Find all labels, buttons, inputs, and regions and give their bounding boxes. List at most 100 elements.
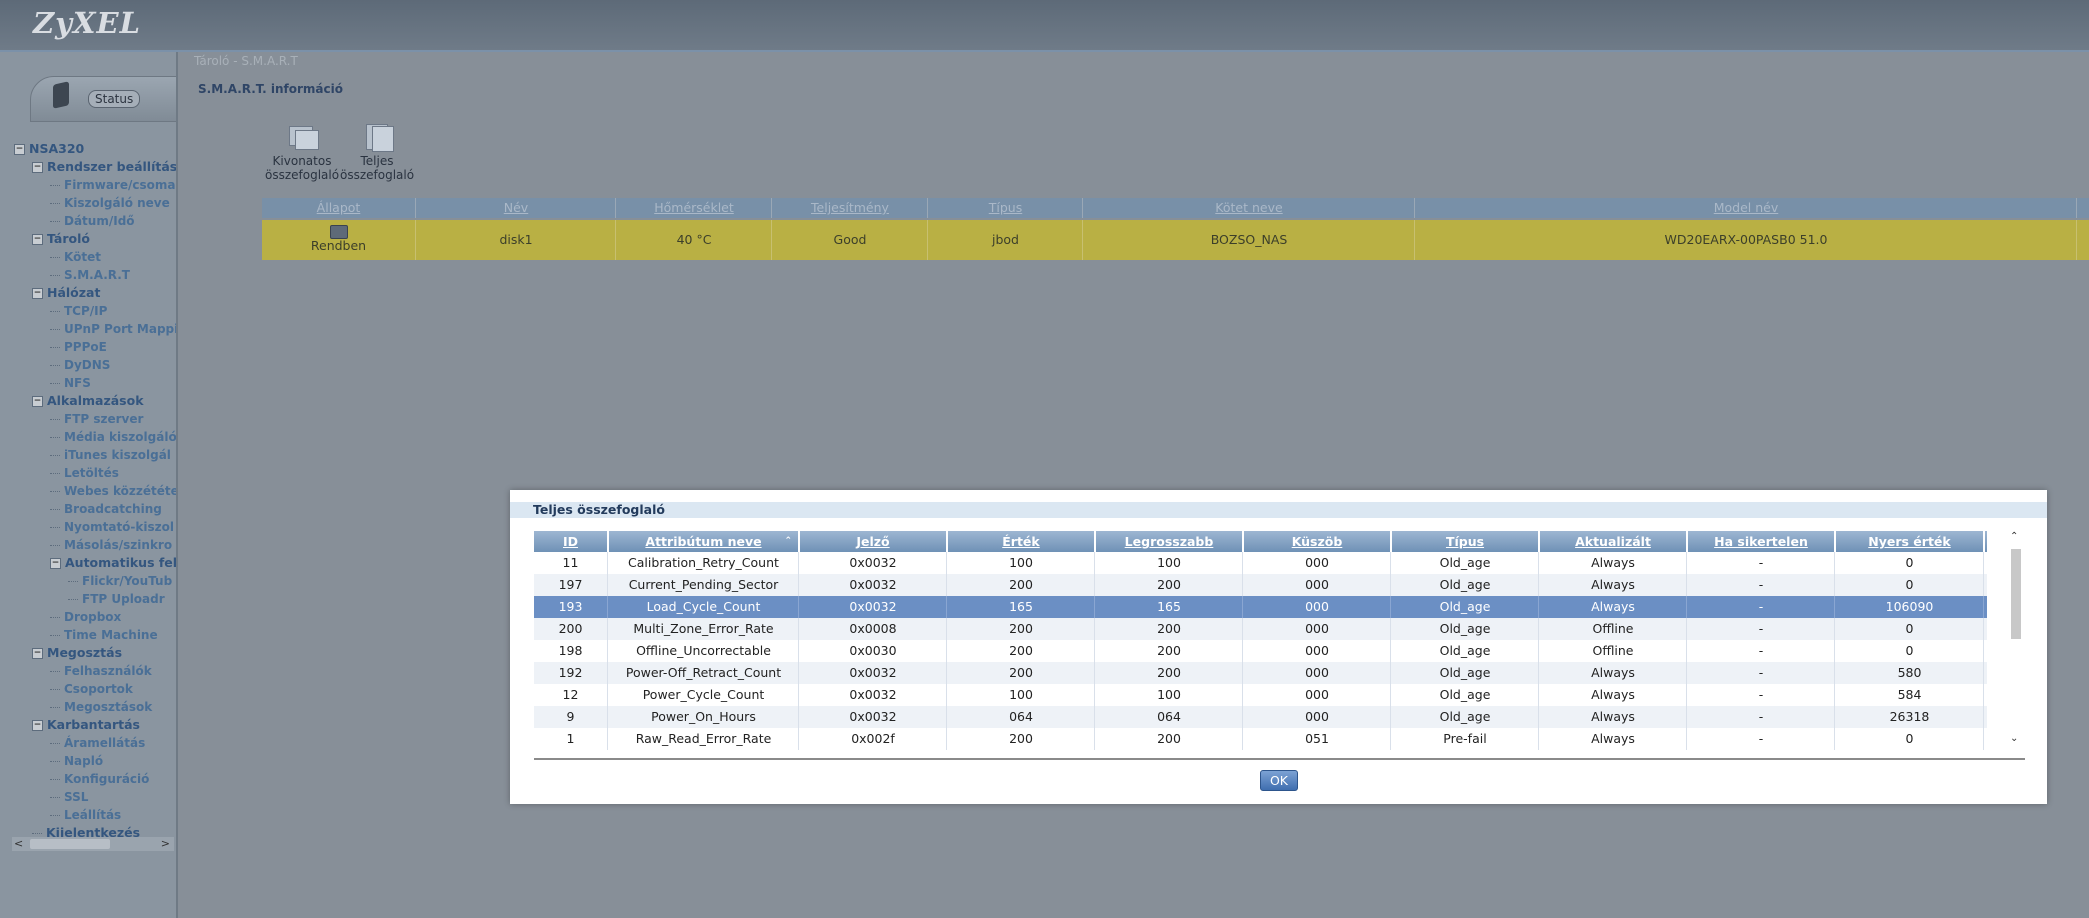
smart-column-header[interactable]: Érték	[948, 531, 1096, 552]
disk-column-header[interactable]: Teljesítmény	[773, 198, 928, 218]
sidebar-item[interactable]: TCP/IP	[50, 302, 107, 320]
sidebar-item[interactable]: Felhasználók	[50, 662, 152, 680]
sidebar-item[interactable]: Másolás/szinkro	[50, 536, 172, 554]
disk-status-cell: Rendben	[262, 220, 416, 260]
sidebar-item[interactable]: Nyomtató-kiszol	[50, 518, 174, 536]
sidebar-item[interactable]: Média kiszolgáló	[50, 428, 176, 446]
table-row[interactable]: 197 Current_Pending_Sector 0x0032 200 200 000…	[534, 574, 1987, 596]
table-vertical-scrollbar[interactable]: ⌃ ⌄	[2008, 531, 2024, 751]
table-cell: -	[1688, 618, 1835, 640]
table-row[interactable]: 200 Multi_Zone_Error_Rate 0x0008 200 200 000 O…	[534, 618, 1987, 640]
sidebar-item[interactable]: Napló	[50, 752, 103, 770]
sidebar-item[interactable]: − Automatikus felt	[50, 554, 176, 572]
sidebar-item[interactable]: − Hálózat	[32, 284, 100, 302]
ok-button[interactable]: OK	[1260, 770, 1298, 791]
disk-column-header[interactable]: Kötet neve	[1084, 198, 1415, 218]
smart-column-header[interactable]: Küszöb	[1244, 531, 1392, 552]
sidebar-item[interactable]: Leállítás	[50, 806, 121, 824]
sidebar-item[interactable]: Kiszolgáló neve	[50, 194, 170, 212]
sidebar-item[interactable]: Megosztások	[50, 698, 152, 716]
table-cell: -	[1688, 552, 1835, 574]
disk-column-header[interactable]: Állapot	[262, 198, 416, 218]
collapse-toggle-icon[interactable]: −	[32, 162, 43, 173]
table-cell: 200	[948, 728, 1095, 750]
sidebar-item-label: Nyomtató-kiszol	[64, 520, 174, 534]
disk-column-header[interactable]: Típus	[929, 198, 1083, 218]
table-row[interactable]: 192 Power-Off_Retract_Count 0x0032 200 200 00…	[534, 662, 1987, 684]
scroll-thumb[interactable]	[30, 839, 110, 849]
smart-column-header[interactable]: Jelző	[800, 531, 948, 552]
scroll-right-icon[interactable]: >	[161, 837, 170, 850]
smart-column-header[interactable]: ID	[534, 531, 609, 552]
disk-column-header[interactable]: Név	[417, 198, 616, 218]
status-label[interactable]: Status	[88, 90, 141, 108]
scroll-up-icon[interactable]: ⌃	[2010, 531, 2018, 542]
table-cell: Always	[1540, 728, 1687, 750]
sidebar-item[interactable]: − Tároló	[32, 230, 90, 248]
smart-column-header[interactable]: Legrosszabb	[1096, 531, 1244, 552]
sidebar-item[interactable]: Dropbox	[50, 608, 121, 626]
sidebar-item[interactable]: DyDNS	[50, 356, 110, 374]
sidebar-item[interactable]: S.M.A.R.T	[50, 266, 130, 284]
table-row[interactable]: 1 Raw_Read_Error_Rate 0x002f 200 200 051 Pre-f…	[534, 728, 1987, 750]
sidebar-item[interactable]: Dátum/Idő	[50, 212, 135, 230]
collapse-toggle-icon[interactable]: −	[32, 720, 43, 731]
sidebar-item[interactable]: UPnP Port Mappi	[50, 320, 176, 338]
sidebar-item[interactable]: SSL	[50, 788, 88, 806]
disk-column-header[interactable]: Hőmérséklet	[617, 198, 772, 218]
sidebar-item[interactable]: Csoportok	[50, 680, 133, 698]
sidebar-item[interactable]: Konfiguráció	[50, 770, 149, 788]
sidebar-item[interactable]: iTunes kiszolgál	[50, 446, 171, 464]
sidebar-item[interactable]: Broadcatching	[50, 500, 162, 518]
disk-row[interactable]: Rendben disk1 40 °C Good jbod BOZSO_NAS …	[262, 220, 2089, 260]
table-row[interactable]: 12 Power_Cycle_Count 0x0032 100 100 000 Old_ag…	[534, 684, 1987, 706]
tree-connector	[50, 761, 60, 762]
full-report-button[interactable]: Teljes összefoglaló	[340, 122, 414, 182]
sidebar-item[interactable]: − Alkalmazások	[32, 392, 144, 410]
sidebar-item[interactable]: − Rendszer beállítás	[32, 158, 176, 176]
sidebar-item[interactable]: Firmware/csoma	[50, 176, 175, 194]
table-cell: 0x0032	[800, 662, 947, 684]
tree-connector	[68, 581, 78, 582]
table-cell: 200	[1096, 640, 1243, 662]
smart-column-header[interactable]: Aktualizált	[1540, 531, 1688, 552]
table-row[interactable]: 198 Offline_Uncorrectable 0x0030 200 200 000 O…	[534, 640, 1987, 662]
smart-column-header[interactable]: Nyers érték	[1836, 531, 1985, 552]
sidebar-item[interactable]: Letöltés	[50, 464, 119, 482]
collapse-toggle-icon[interactable]: −	[50, 558, 61, 569]
sidebar-item[interactable]: Time Machine	[50, 626, 158, 644]
table-cell: Old_age	[1392, 574, 1539, 596]
sidebar-item[interactable]: FTP szerver	[50, 410, 143, 428]
smart-column-header[interactable]: Ha sikertelen	[1688, 531, 1836, 552]
sidebar-item[interactable]: − NSA320	[14, 140, 84, 158]
table-row[interactable]: 9 Power_On_Hours 0x0032 064 064 000 Old_age Alw…	[534, 706, 1987, 728]
sidebar-item[interactable]: FTP Uploadr	[68, 590, 165, 608]
sidebar-item[interactable]: Kötet	[50, 248, 101, 266]
sidebar-item[interactable]: Áramellátás	[50, 734, 145, 752]
collapse-toggle-icon[interactable]: −	[32, 396, 43, 407]
status-tab[interactable]: Status	[30, 76, 176, 122]
collapse-toggle-icon[interactable]: −	[32, 288, 43, 299]
smart-column-header[interactable]: Típus	[1392, 531, 1540, 552]
table-row[interactable]: 11 Calibration_Retry_Count 0x0032 100 100 000…	[534, 552, 1987, 574]
collapse-toggle-icon[interactable]: −	[32, 234, 43, 245]
sidebar-item[interactable]: Webes közzététe	[50, 482, 176, 500]
scroll-left-icon[interactable]: <	[14, 837, 23, 850]
table-cell: -	[1688, 728, 1835, 750]
sidebar-horizontal-scrollbar[interactable]: < >	[12, 837, 174, 851]
table-row[interactable]: 193 Load_Cycle_Count 0x0032 165 165 000 Old_ag…	[534, 596, 1987, 618]
sidebar-item[interactable]: Flickr/YouTub	[68, 572, 172, 590]
summary-report-button[interactable]: Kivonatos összefoglaló	[265, 122, 339, 182]
collapse-toggle-icon[interactable]: −	[14, 144, 25, 155]
sidebar-item-label: NSA320	[29, 141, 85, 156]
scroll-thumb[interactable]	[2011, 549, 2021, 639]
disk-column-header[interactable]: Model név	[1416, 198, 2077, 218]
sidebar-item[interactable]: − Megosztás	[32, 644, 122, 662]
collapse-toggle-icon[interactable]: −	[32, 648, 43, 659]
sidebar-item[interactable]: − Karbantartás	[32, 716, 140, 734]
smart-column-header[interactable]: Attribútum neve ⌃	[609, 531, 800, 552]
sidebar-item[interactable]: PPPoE	[50, 338, 107, 356]
scroll-down-icon[interactable]: ⌄	[2010, 733, 2018, 744]
sidebar-item[interactable]: NFS	[50, 374, 91, 392]
disk-model: WD20EARX-00PASB0 51.0	[1416, 220, 2077, 260]
